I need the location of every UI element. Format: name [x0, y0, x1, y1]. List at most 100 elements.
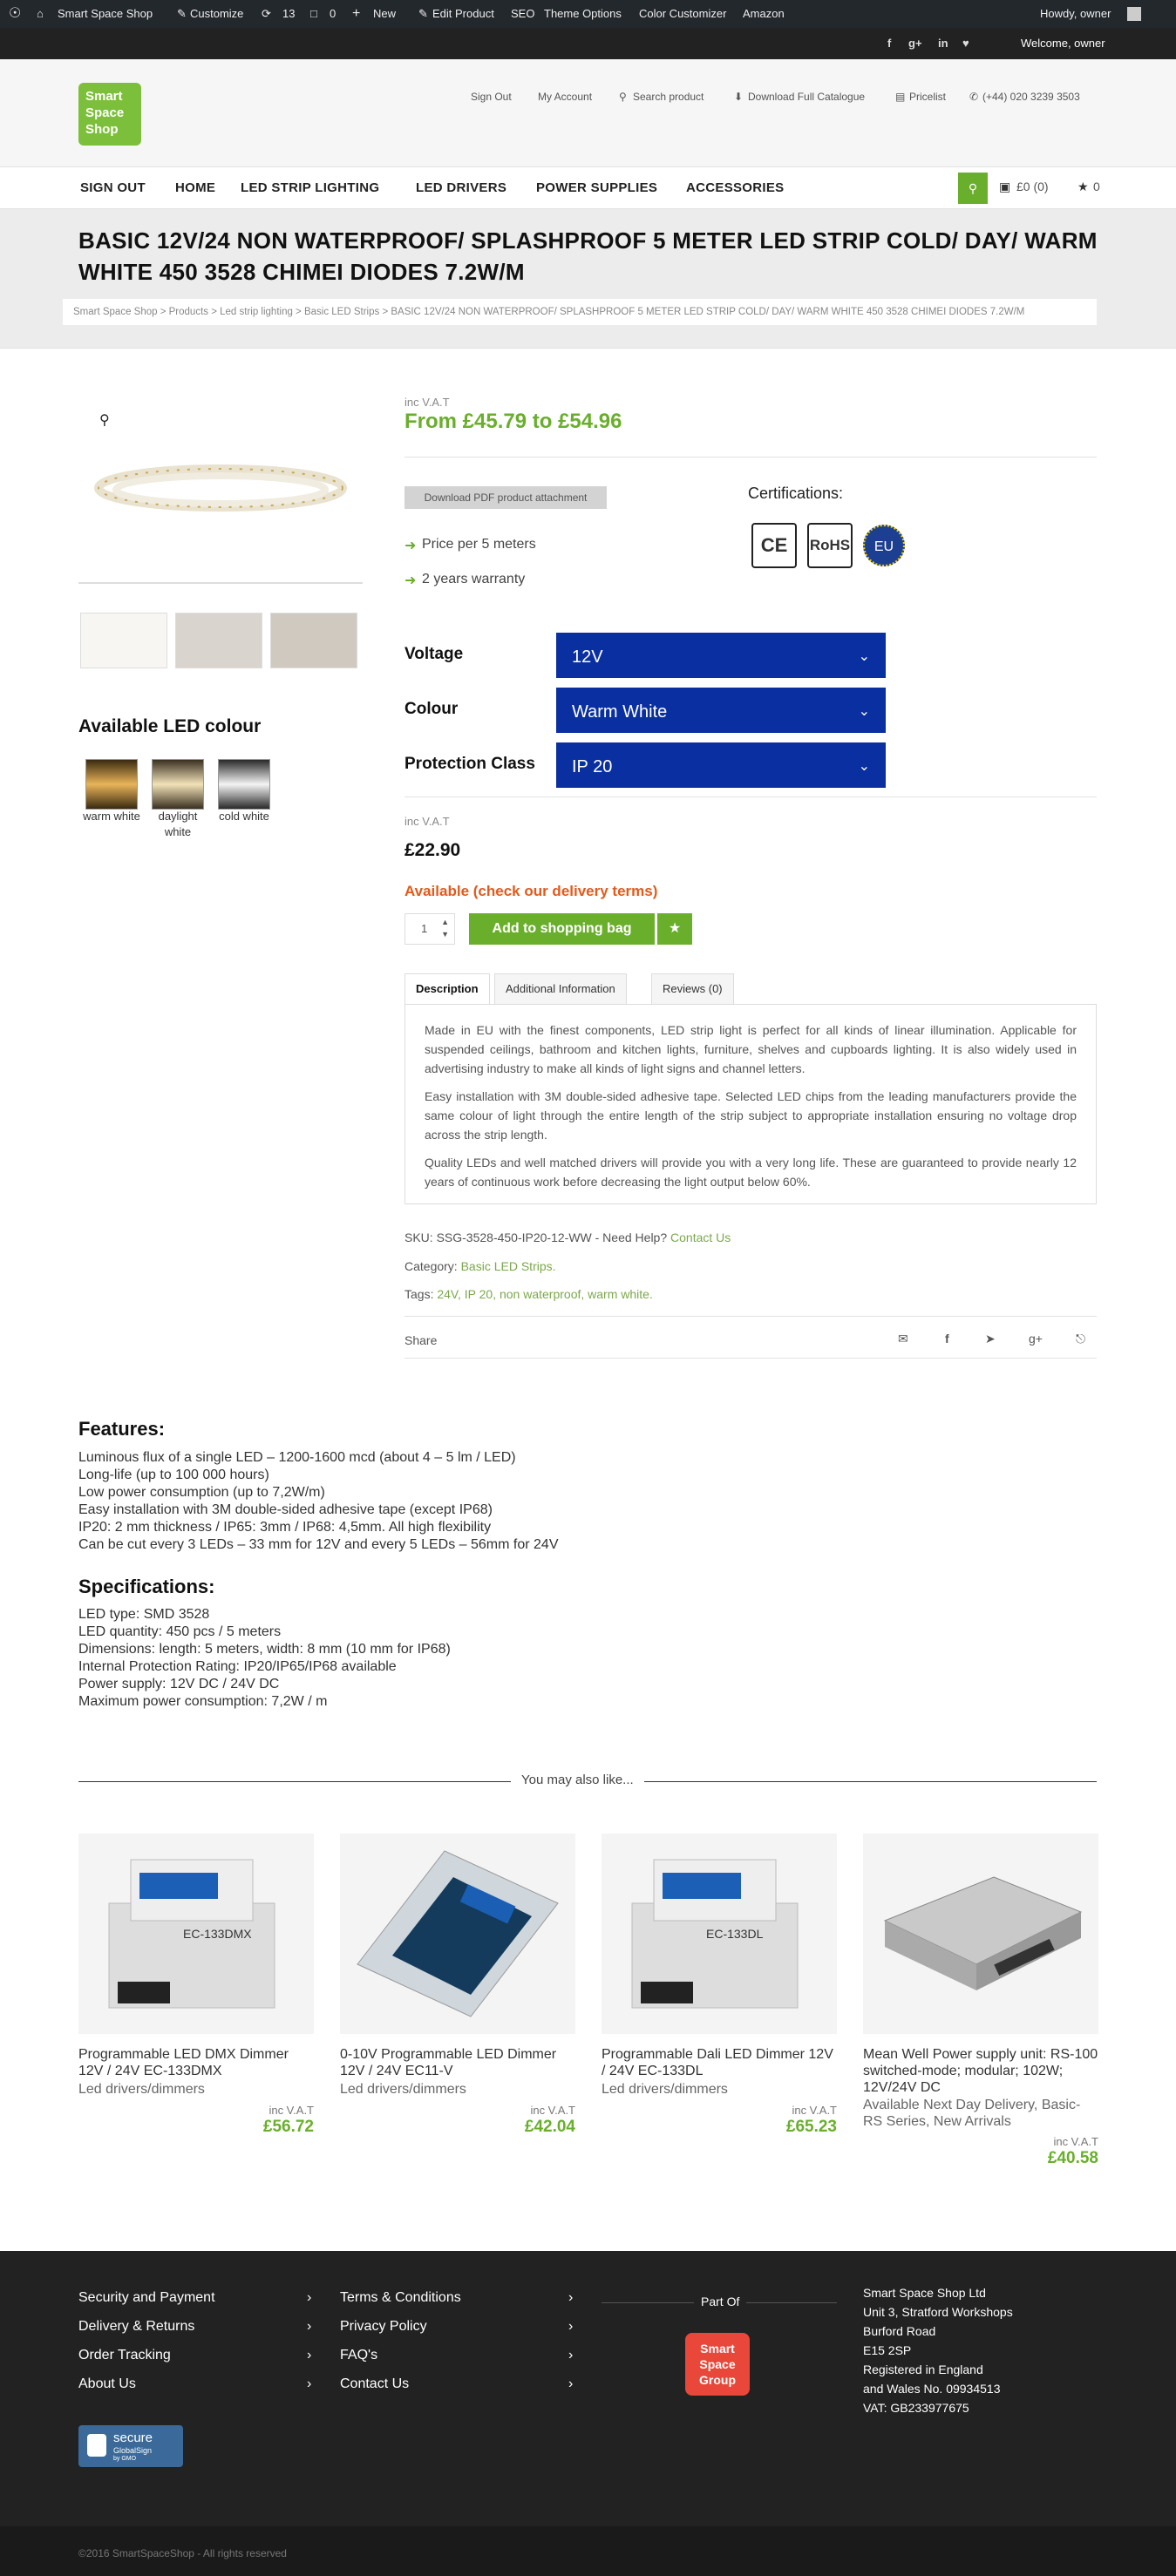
product-price: £42.04: [524, 2118, 575, 2136]
product-inc-vat: inc V.A.T: [269, 2104, 314, 2117]
feature-line: Low power consumption (up to 7,2W/m): [78, 1485, 325, 1500]
pinterest-icon[interactable]: ⎋: [1076, 1332, 1085, 1346]
swatch-warm-white[interactable]: [85, 759, 138, 810]
adminbar-color-customizer[interactable]: Color Customizer: [639, 0, 726, 28]
contact-us-link[interactable]: Contact Us: [670, 1230, 731, 1244]
zoom-icon[interactable]: ⚲: [99, 411, 110, 429]
wordpress-icon[interactable]: ☉: [9, 0, 21, 28]
linkedin-icon[interactable]: in: [938, 37, 948, 50]
pricelist-link[interactable]: Pricelist: [909, 91, 946, 103]
wishlist-star-button[interactable]: ★: [657, 913, 692, 945]
download-catalogue-link[interactable]: Download Full Catalogue: [748, 91, 865, 103]
thumbnail-1[interactable]: [80, 613, 167, 668]
adminbar-edit-product[interactable]: Edit Product: [432, 0, 494, 28]
phone-link[interactable]: (+44) 020 3239 3503: [982, 91, 1080, 103]
download-pdf-button[interactable]: Download PDF product attachment: [404, 486, 607, 509]
divider: [404, 1358, 1097, 1359]
quantity-stepper[interactable]: 1 ▲ ▼: [404, 913, 455, 945]
product-image[interactable]: [863, 1834, 1098, 2034]
product-image[interactable]: EC-133DL: [602, 1834, 837, 2034]
email-icon[interactable]: ✉: [898, 1332, 908, 1346]
nav-led-drivers[interactable]: LED DRIVERS: [416, 167, 506, 209]
tags-label: Tags:: [404, 1287, 434, 1301]
nav-sign-out[interactable]: SIGN OUT: [80, 167, 146, 209]
tab-reviews[interactable]: Reviews (0): [651, 973, 734, 1005]
nav-led-strip-lighting[interactable]: LED STRIP LIGHTING: [241, 167, 379, 209]
product-name[interactable]: Mean Well Power supply unit: RS-100 swit…: [863, 2046, 1098, 2098]
footer-link-faq[interactable]: FAQ's: [340, 2348, 377, 2363]
my-account-link[interactable]: My Account: [538, 91, 592, 103]
nav-home[interactable]: HOME: [175, 167, 215, 209]
add-to-bag-button[interactable]: Add to shopping bag: [469, 913, 655, 945]
edit-icon: ✎: [418, 7, 428, 20]
adminbar-theme-options[interactable]: Theme Options: [544, 0, 622, 28]
product-category[interactable]: Led drivers/dimmers: [602, 2081, 728, 2098]
facebook-icon[interactable]: f: [945, 1332, 949, 1346]
voltage-select[interactable]: 12V ⌄: [556, 633, 886, 678]
adminbar-howdy[interactable]: Howdy, owner: [1040, 0, 1111, 28]
product-main-image[interactable]: ⚲: [78, 394, 363, 584]
footer-link-about[interactable]: About Us: [78, 2376, 136, 2392]
adminbar-comments[interactable]: 0: [330, 0, 336, 28]
nav-accessories[interactable]: ACCESSORIES: [686, 167, 785, 209]
product-image[interactable]: EC-133DMX: [78, 1834, 314, 2034]
globalsign-secure-badge[interactable]: secure GlobalSign by GMO: [78, 2425, 183, 2467]
share-label: Share: [404, 1333, 438, 1347]
description-paragraph: Easy installation with 3M double-sided a…: [425, 1089, 1077, 1142]
product-category[interactable]: Led drivers/dimmers: [340, 2081, 466, 2098]
adminbar-customize[interactable]: Customize: [190, 0, 243, 28]
nav-power-supplies[interactable]: POWER SUPPLIES: [536, 167, 657, 209]
stepper-arrows-icon[interactable]: ▲ ▼: [441, 916, 449, 940]
google-plus-icon[interactable]: g+: [908, 37, 922, 50]
sign-out-link[interactable]: Sign Out: [471, 91, 512, 103]
main-nav: SIGN OUT HOME LED STRIP LIGHTING LED DRI…: [0, 167, 1176, 209]
footer-link-contact[interactable]: Contact Us: [340, 2376, 409, 2392]
product-name[interactable]: Programmable Dali LED Dimmer 12V / 24V E…: [602, 2046, 837, 2079]
spec-line: Internal Protection Rating: IP20/IP65/IP…: [78, 1659, 397, 1674]
thumbnail-2[interactable]: [175, 613, 262, 668]
product-category[interactable]: Led drivers/dimmers: [78, 2081, 205, 2098]
footer-link-privacy[interactable]: Privacy Policy: [340, 2319, 427, 2335]
group-logo[interactable]: Smart Space Group: [685, 2333, 750, 2396]
cart-total[interactable]: £0 (0): [1016, 180, 1049, 193]
wp-admin-bar: ☉ ⌂ Smart Space Shop ✎ Customize ⟳ 13 □ …: [0, 0, 1176, 28]
category-link[interactable]: Basic LED Strips.: [461, 1259, 556, 1273]
eu-badge: EU: [863, 525, 905, 566]
tab-additional-information[interactable]: Additional Information: [494, 973, 627, 1005]
twitter-icon[interactable]: ♥: [962, 37, 969, 50]
adminbar-new[interactable]: New: [373, 0, 396, 28]
adminbar-seo[interactable]: SEO: [511, 0, 534, 28]
search-button[interactable]: ⚲: [958, 173, 988, 204]
google-plus-icon[interactable]: g+: [1029, 1332, 1043, 1346]
footer-link-security[interactable]: Security and Payment: [78, 2290, 215, 2306]
product-image[interactable]: [340, 1834, 575, 2034]
footer-link-order-tracking[interactable]: Order Tracking: [78, 2348, 171, 2363]
site-logo[interactable]: Smart Space Shop: [78, 83, 141, 146]
adminbar-amazon[interactable]: Amazon: [743, 0, 785, 28]
product-category[interactable]: Available Next Day Delivery, Basic- RS S…: [863, 2097, 1098, 2130]
footer-link-delivery[interactable]: Delivery & Returns: [78, 2319, 194, 2335]
twitter-icon[interactable]: ➤: [985, 1332, 996, 1346]
wishlist-count[interactable]: 0: [1093, 180, 1100, 193]
product-name[interactable]: 0-10V Programmable LED Dimmer 12V / 24V …: [340, 2046, 575, 2079]
facebook-icon[interactable]: f: [887, 37, 891, 50]
adminbar-site[interactable]: Smart Space Shop: [58, 0, 153, 28]
thumbnail-3[interactable]: [270, 613, 357, 668]
protection-class-select[interactable]: IP 20 ⌄: [556, 742, 886, 788]
avatar[interactable]: [1127, 7, 1141, 21]
availability[interactable]: Available (check our delivery terms): [404, 883, 657, 900]
footer-link-terms[interactable]: Terms & Conditions: [340, 2290, 461, 2306]
chevron-right-icon: ›: [568, 2376, 574, 2391]
breadcrumb[interactable]: Smart Space Shop > Products > Led strip …: [63, 299, 1097, 325]
adminbar-updates[interactable]: 13: [282, 0, 295, 28]
colour-select[interactable]: Warm White ⌄: [556, 688, 886, 733]
tab-description[interactable]: Description: [404, 973, 490, 1005]
features-heading: Features:: [78, 1418, 166, 1440]
tags-links[interactable]: 24V, IP 20, non waterproof, warm white.: [437, 1287, 652, 1301]
available-colour-heading: Available LED colour: [78, 716, 262, 736]
search-product-link[interactable]: Search product: [633, 91, 704, 103]
product-name[interactable]: Programmable LED DMX Dimmer 12V / 24V EC…: [78, 2046, 314, 2079]
swatch-cold-white[interactable]: [218, 759, 270, 810]
tags-line: Tags: 24V, IP 20, non waterproof, warm w…: [404, 1287, 653, 1301]
swatch-daylight-white[interactable]: [152, 759, 204, 810]
